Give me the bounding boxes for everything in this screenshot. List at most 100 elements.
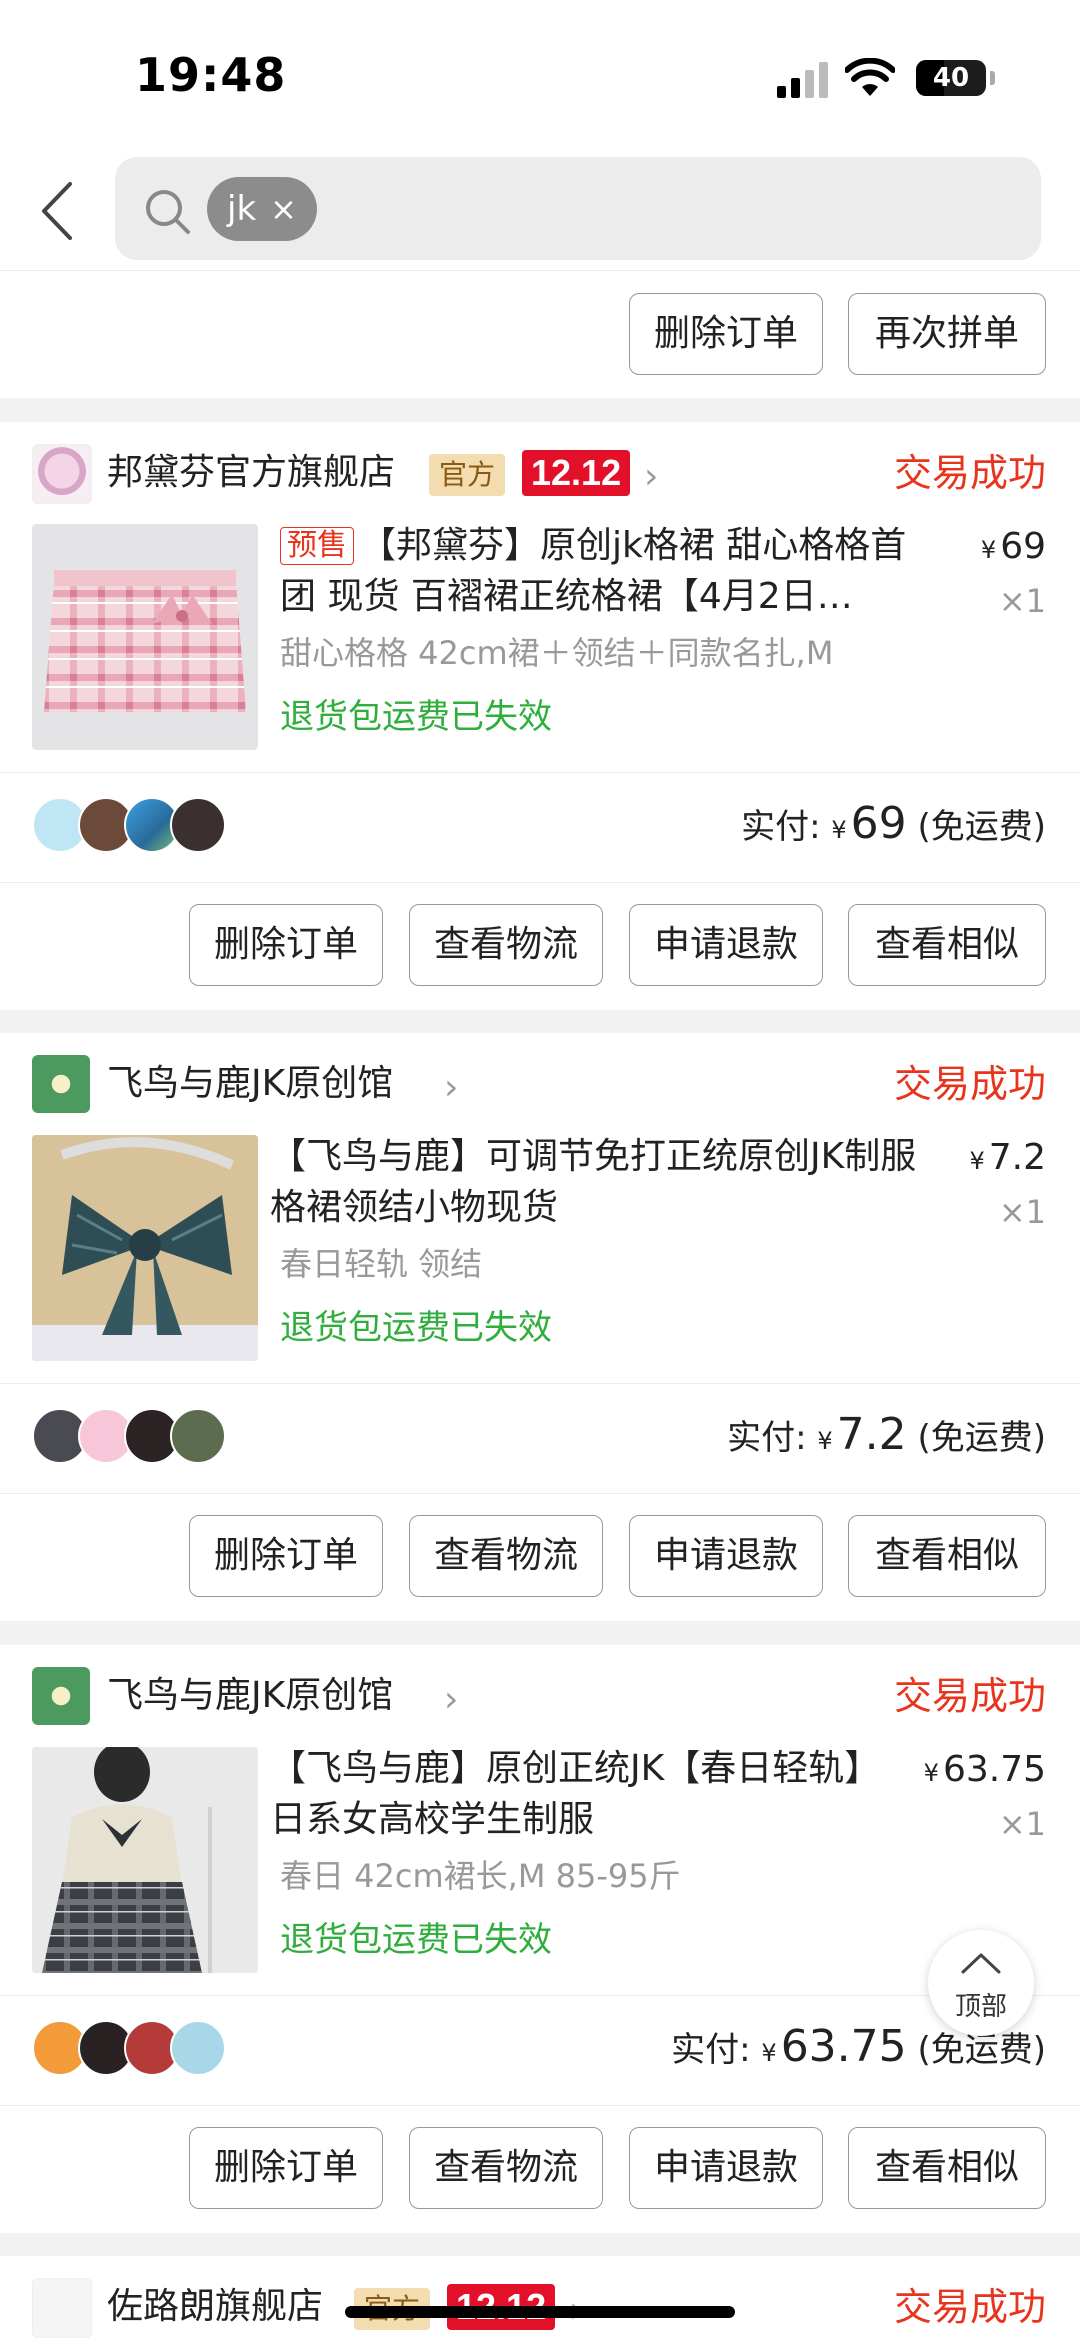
divider (0, 772, 1080, 773)
paid-amount: 7.2 (836, 1409, 907, 1460)
delete-order-button[interactable]: 删除订单 (189, 1515, 383, 1597)
refund-shipping-note: 退货包运费已失效 (280, 1920, 552, 1960)
unit-price: ¥7.2 (969, 1133, 1046, 1186)
delete-order-button[interactable]: 删除订单 (189, 2127, 383, 2209)
search-header: jk × (0, 150, 1080, 271)
reorder-button[interactable]: 再次拼单 (848, 293, 1046, 375)
chevron-right-icon[interactable]: › (644, 450, 658, 504)
status-time: 19:48 (135, 48, 287, 102)
view-similar-button[interactable]: 查看相似 (848, 2127, 1046, 2209)
shop-name[interactable]: 邦黛芬官方旗舰店 (107, 446, 395, 500)
view-logistics-button[interactable]: 查看物流 (409, 1515, 603, 1597)
search-input[interactable]: jk × (115, 157, 1041, 260)
order-card[interactable]: 佐路朗旗舰店 官方 12.12 › 交易成功 (0, 2256, 1080, 2341)
divider (0, 1383, 1080, 1384)
shop-logo[interactable] (32, 1055, 90, 1113)
view-logistics-button[interactable]: 查看物流 (409, 2127, 603, 2209)
uniform-image (32, 1747, 258, 1973)
1212-badge: 12.12 (522, 450, 631, 496)
presale-badge: 预售 (280, 527, 354, 565)
view-similar-button[interactable]: 查看相似 (848, 1515, 1046, 1597)
cellular-signal-icon (777, 62, 828, 98)
refund-shipping-note: 退货包运费已失效 (280, 697, 552, 737)
delete-order-button[interactable]: 删除订单 (189, 904, 383, 986)
product-title[interactable]: 【飞鸟与鹿】原创正统JK【春日轻轨】日系女高校学生制服 (270, 1743, 870, 1845)
price-value: 7.2 (988, 1137, 1046, 1178)
unit-price: ¥69 (981, 522, 1046, 575)
request-refund-button[interactable]: 申请退款 (629, 904, 823, 986)
skirt-image (44, 570, 246, 712)
paid-label: 实付: (671, 2030, 751, 2070)
order-card[interactable]: 飞鸟与鹿JK原创馆 › 交易成功 【飞鸟与鹿】可调节免打正统原创JK制服格裙领结… (0, 1033, 1080, 1621)
view-similar-button[interactable]: 查看相似 (848, 904, 1046, 986)
product-title-text: 【邦黛芬】原创jk格裙 甜心格格首团 现货 百褶裙正统格裙【4月2日… (280, 525, 907, 617)
product-image[interactable] (32, 1135, 258, 1361)
shop-name[interactable]: 佐路朗旗舰店 (107, 2280, 323, 2334)
chevron-right-icon[interactable]: › (444, 1061, 458, 1115)
previous-order-actions: 删除订单 再次拼单 (0, 271, 1080, 398)
currency-symbol: ¥ (980, 536, 997, 564)
chevron-up-icon (961, 1953, 1001, 1974)
price-value: 63.75 (942, 1749, 1046, 1790)
avatar (170, 1408, 226, 1464)
request-refund-button[interactable]: 申请退款 (629, 1515, 823, 1597)
shipping-note: (免运费) (917, 807, 1046, 847)
shop-name[interactable]: 飞鸟与鹿JK原创馆 (107, 1669, 393, 1723)
bow-tie-image (32, 1135, 258, 1361)
product-title[interactable]: 【飞鸟与鹿】可调节免打正统原创JK制服格裙领结小物现货 (270, 1131, 920, 1233)
back-to-top-button[interactable]: 顶部 (928, 1930, 1034, 2036)
shop-name[interactable]: 飞鸟与鹿JK原创馆 (107, 1057, 393, 1111)
order-status: 交易成功 (893, 1674, 1046, 1718)
shop-logo[interactable] (32, 2278, 92, 2338)
shipping-note: (免运费) (917, 2030, 1046, 2070)
wifi-icon (845, 58, 895, 96)
chevron-right-icon[interactable]: › (444, 1673, 458, 1727)
currency-symbol: ¥ (923, 1759, 939, 1787)
currency-symbol: ¥ (817, 1427, 833, 1455)
currency-symbol: ¥ (831, 816, 847, 844)
request-refund-button[interactable]: 申请退款 (629, 2127, 823, 2209)
order-status: 交易成功 (893, 2285, 1046, 2329)
shop-logo[interactable] (32, 1667, 90, 1725)
back-icon[interactable] (30, 176, 90, 246)
paid-amount: 63.75 (780, 2021, 907, 2072)
avatar (170, 797, 226, 853)
paid-total: 实付: ¥7.2 (免运费) (727, 1405, 1046, 1471)
product-spec: 春日 42cm裙长,M 85-95斤 (280, 1857, 681, 1895)
order-card[interactable]: 邦黛芬官方旗舰店 官方 12.12 › 交易成功 预售 【邦黛芬】原创jk格裙 甜… (0, 422, 1080, 1010)
search-keyword-chip[interactable]: jk × (207, 177, 317, 241)
group-avatars (32, 797, 232, 853)
group-avatars (32, 1408, 232, 1464)
back-to-top-label: 顶部 (954, 1992, 1007, 2022)
home-indicator[interactable] (345, 2306, 735, 2318)
order-card[interactable]: 飞鸟与鹿JK原创馆 › 交易成功 【飞鸟与鹿】原创正统JK【春日轻轨】日系女高校… (0, 1645, 1080, 2233)
shop-logo[interactable] (32, 444, 92, 504)
paid-label: 实付: (741, 807, 821, 847)
quantity: ×1 (998, 1805, 1046, 1843)
official-badge: 官方 (429, 454, 506, 496)
order-status: 交易成功 (893, 451, 1046, 495)
view-logistics-button[interactable]: 查看物流 (409, 904, 603, 986)
status-bar: 19:48 40 (0, 0, 1080, 150)
group-avatars (32, 2020, 232, 2076)
paid-amount: 69 (850, 798, 907, 849)
shipping-note: (免运费) (917, 1418, 1046, 1458)
currency-symbol: ¥ (969, 1147, 985, 1175)
delete-order-button[interactable]: 删除订单 (629, 293, 823, 375)
product-spec: 甜心格格 42cm裙＋领结＋同款名扎,M (280, 634, 834, 672)
paid-total: 实付: ¥69 (免运费) (741, 794, 1046, 860)
battery-percent: 40 (932, 63, 970, 93)
product-spec: 春日轻轨 领结 (280, 1245, 483, 1283)
order-status: 交易成功 (893, 1062, 1046, 1106)
search-icon (146, 190, 190, 234)
chip-close-icon[interactable]: × (270, 177, 297, 241)
divider (0, 1493, 1080, 1494)
avatar (170, 2020, 226, 2076)
battery-cap (990, 71, 995, 85)
product-title[interactable]: 预售 【邦黛芬】原创jk格裙 甜心格格首团 现货 百褶裙正统格裙【4月2日… (280, 520, 920, 622)
product-image[interactable] (32, 524, 258, 750)
divider (0, 1995, 1080, 1996)
product-image[interactable] (32, 1747, 258, 1973)
search-keyword: jk (227, 189, 257, 229)
unit-price: ¥63.75 (924, 1745, 1046, 1798)
